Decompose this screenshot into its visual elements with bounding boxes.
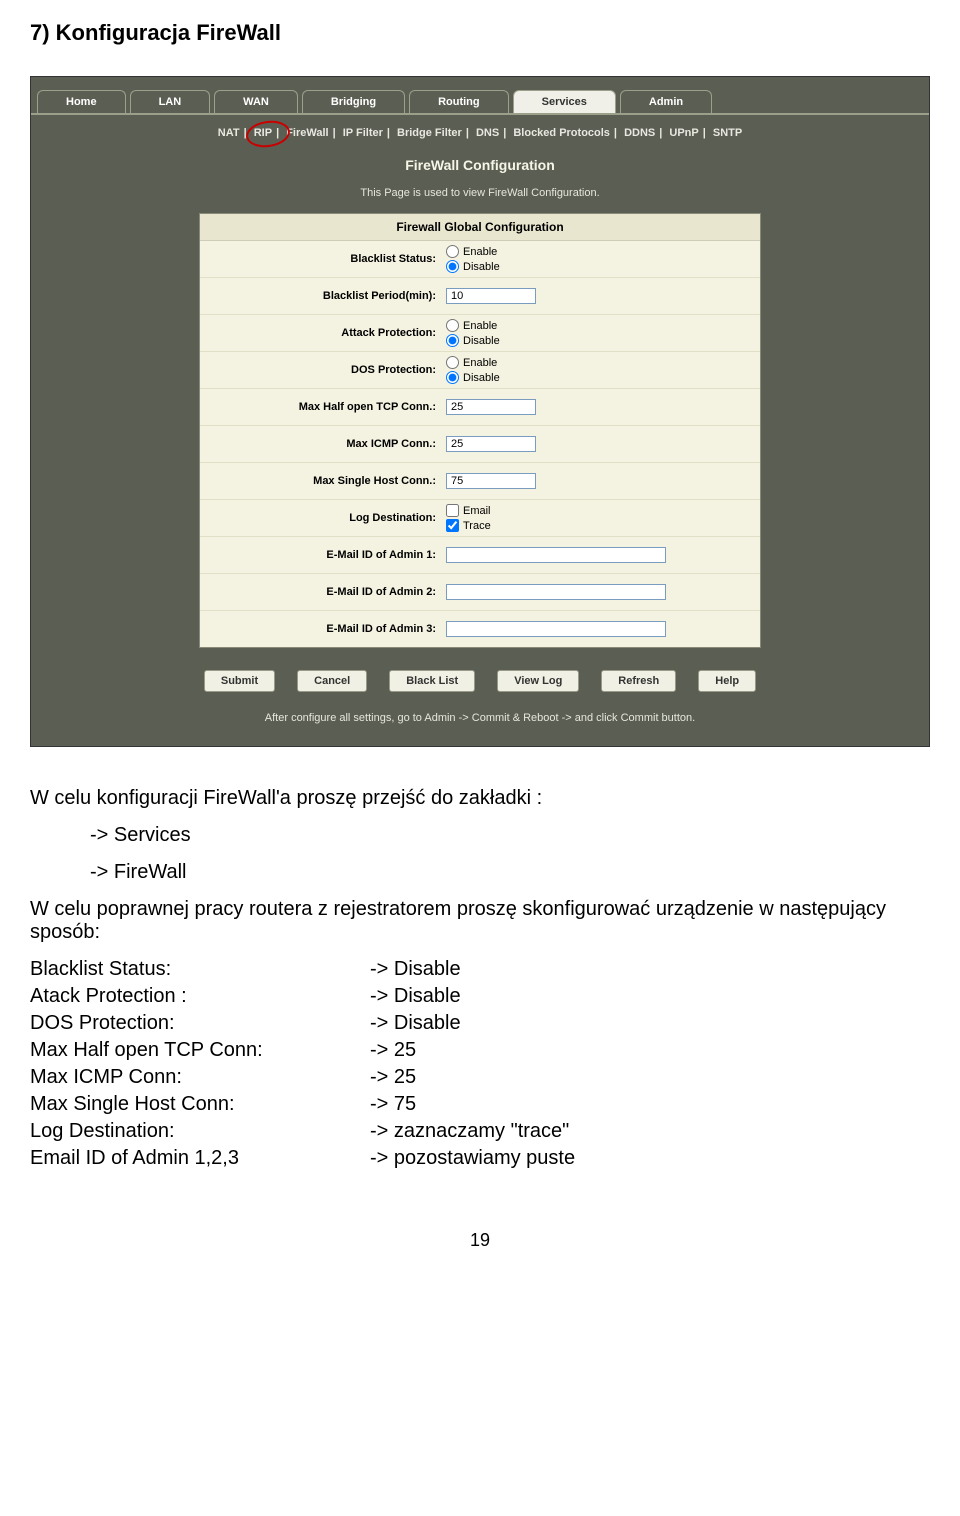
setting-key: Log Destination:: [30, 1120, 370, 1143]
tab-home[interactable]: Home: [37, 90, 126, 113]
enable-text: Enable: [463, 246, 497, 258]
email1-input[interactable]: [446, 547, 666, 563]
subtab-rip[interactable]: RIP: [254, 127, 272, 139]
log-dest-trace-text: Trace: [463, 520, 491, 532]
setting-val: -> pozostawiamy puste: [370, 1147, 575, 1170]
instruction-text: W celu poprawnej pracy routera z rejestr…: [30, 898, 930, 944]
email3-label: E-Mail ID of Admin 3:: [206, 623, 446, 635]
page-number: 19: [30, 1230, 930, 1251]
log-dest-trace-checkbox[interactable]: [446, 519, 459, 532]
setting-key: Max Half open TCP Conn:: [30, 1039, 370, 1062]
setting-key: Blacklist Status:: [30, 958, 370, 981]
subtab-upnp[interactable]: UPnP: [669, 127, 698, 139]
dos-protection-label: DOS Protection:: [206, 364, 446, 376]
tab-services[interactable]: Services: [513, 90, 616, 113]
subtab-nat[interactable]: NAT: [218, 127, 240, 139]
path-firewall: -> FireWall: [90, 861, 930, 884]
panel-title: FireWall Configuration: [31, 157, 929, 173]
max-icmp-input[interactable]: [446, 436, 536, 452]
setting-key: Max Single Host Conn:: [30, 1093, 370, 1116]
disable-text: Disable: [463, 372, 500, 384]
setting-key: Max ICMP Conn:: [30, 1066, 370, 1089]
blacklist-period-input[interactable]: [446, 288, 536, 304]
blacklist-period-label: Blacklist Period(min):: [206, 290, 446, 302]
subtab-sntp[interactable]: SNTP: [713, 127, 742, 139]
setting-val: -> Disable: [370, 985, 461, 1008]
subtab-ipfilter[interactable]: IP Filter: [343, 127, 383, 139]
setting-val: -> 75: [370, 1093, 416, 1116]
dos-protection-enable-radio[interactable]: [446, 356, 459, 369]
tab-routing[interactable]: Routing: [409, 90, 509, 113]
max-half-open-label: Max Half open TCP Conn.:: [206, 401, 446, 413]
black-list-button[interactable]: Black List: [389, 670, 475, 692]
submit-button[interactable]: Submit: [204, 670, 275, 692]
router-ui-panel: Home LAN WAN Bridging Routing Services A…: [30, 76, 930, 747]
subtab-bridgefilter[interactable]: Bridge Filter: [397, 127, 462, 139]
blacklist-status-disable-radio[interactable]: [446, 260, 459, 273]
view-log-button[interactable]: View Log: [497, 670, 579, 692]
max-single-host-label: Max Single Host Conn.:: [206, 475, 446, 487]
help-button[interactable]: Help: [698, 670, 756, 692]
enable-text: Enable: [463, 320, 497, 332]
dos-protection-disable-radio[interactable]: [446, 371, 459, 384]
disable-text: Disable: [463, 335, 500, 347]
page-heading: 7) Konfiguracja FireWall: [30, 20, 930, 46]
email1-label: E-Mail ID of Admin 1:: [206, 549, 446, 561]
subtab-ddns[interactable]: DDNS: [624, 127, 655, 139]
log-dest-email-text: Email: [463, 505, 491, 517]
main-tab-bar: Home LAN WAN Bridging Routing Services A…: [31, 77, 929, 115]
config-table: Firewall Global Configuration Blacklist …: [199, 213, 761, 648]
subtab-blockedprotocols[interactable]: Blocked Protocols: [513, 127, 610, 139]
tab-wan[interactable]: WAN: [214, 90, 298, 113]
sub-tab-bar: NAT| RIP| FireWall| IP Filter| Bridge Fi…: [31, 115, 929, 151]
cancel-button[interactable]: Cancel: [297, 670, 367, 692]
blacklist-status-label: Blacklist Status:: [206, 253, 446, 265]
setting-val: -> Disable: [370, 1012, 461, 1035]
tab-admin[interactable]: Admin: [620, 90, 712, 113]
max-single-host-input[interactable]: [446, 473, 536, 489]
log-dest-email-checkbox[interactable]: [446, 504, 459, 517]
settings-list: Blacklist Status:-> Disable Atack Protec…: [30, 958, 930, 1170]
disable-text: Disable: [463, 261, 500, 273]
setting-key: Email ID of Admin 1,2,3: [30, 1147, 370, 1170]
setting-key: Atack Protection :: [30, 985, 370, 1008]
attack-protection-label: Attack Protection:: [206, 327, 446, 339]
setting-val: -> Disable: [370, 958, 461, 981]
attack-protection-enable-radio[interactable]: [446, 319, 459, 332]
commit-note: After configure all settings, go to Admi…: [31, 702, 929, 736]
max-icmp-label: Max ICMP Conn.:: [206, 438, 446, 450]
setting-val: -> 25: [370, 1039, 416, 1062]
refresh-button[interactable]: Refresh: [601, 670, 676, 692]
path-services: -> Services: [90, 824, 930, 847]
blacklist-status-enable-radio[interactable]: [446, 245, 459, 258]
email2-input[interactable]: [446, 584, 666, 600]
enable-text: Enable: [463, 357, 497, 369]
setting-val: -> 25: [370, 1066, 416, 1089]
intro-text: W celu konfiguracji FireWall'a proszę pr…: [30, 787, 930, 810]
attack-protection-disable-radio[interactable]: [446, 334, 459, 347]
tab-bridging[interactable]: Bridging: [302, 90, 405, 113]
email3-input[interactable]: [446, 621, 666, 637]
subtab-dns[interactable]: DNS: [476, 127, 499, 139]
subtab-firewall[interactable]: FireWall: [286, 127, 328, 139]
max-half-open-input[interactable]: [446, 399, 536, 415]
document-body: W celu konfiguracji FireWall'a proszę pr…: [30, 787, 930, 1170]
button-row: Submit Cancel Black List View Log Refres…: [31, 670, 929, 692]
setting-val: -> zaznaczamy "trace": [370, 1120, 569, 1143]
tab-lan[interactable]: LAN: [130, 90, 211, 113]
setting-key: DOS Protection:: [30, 1012, 370, 1035]
log-destination-label: Log Destination:: [206, 512, 446, 524]
email2-label: E-Mail ID of Admin 2:: [206, 586, 446, 598]
config-table-header: Firewall Global Configuration: [200, 214, 760, 241]
panel-description: This Page is used to view FireWall Confi…: [31, 187, 929, 199]
